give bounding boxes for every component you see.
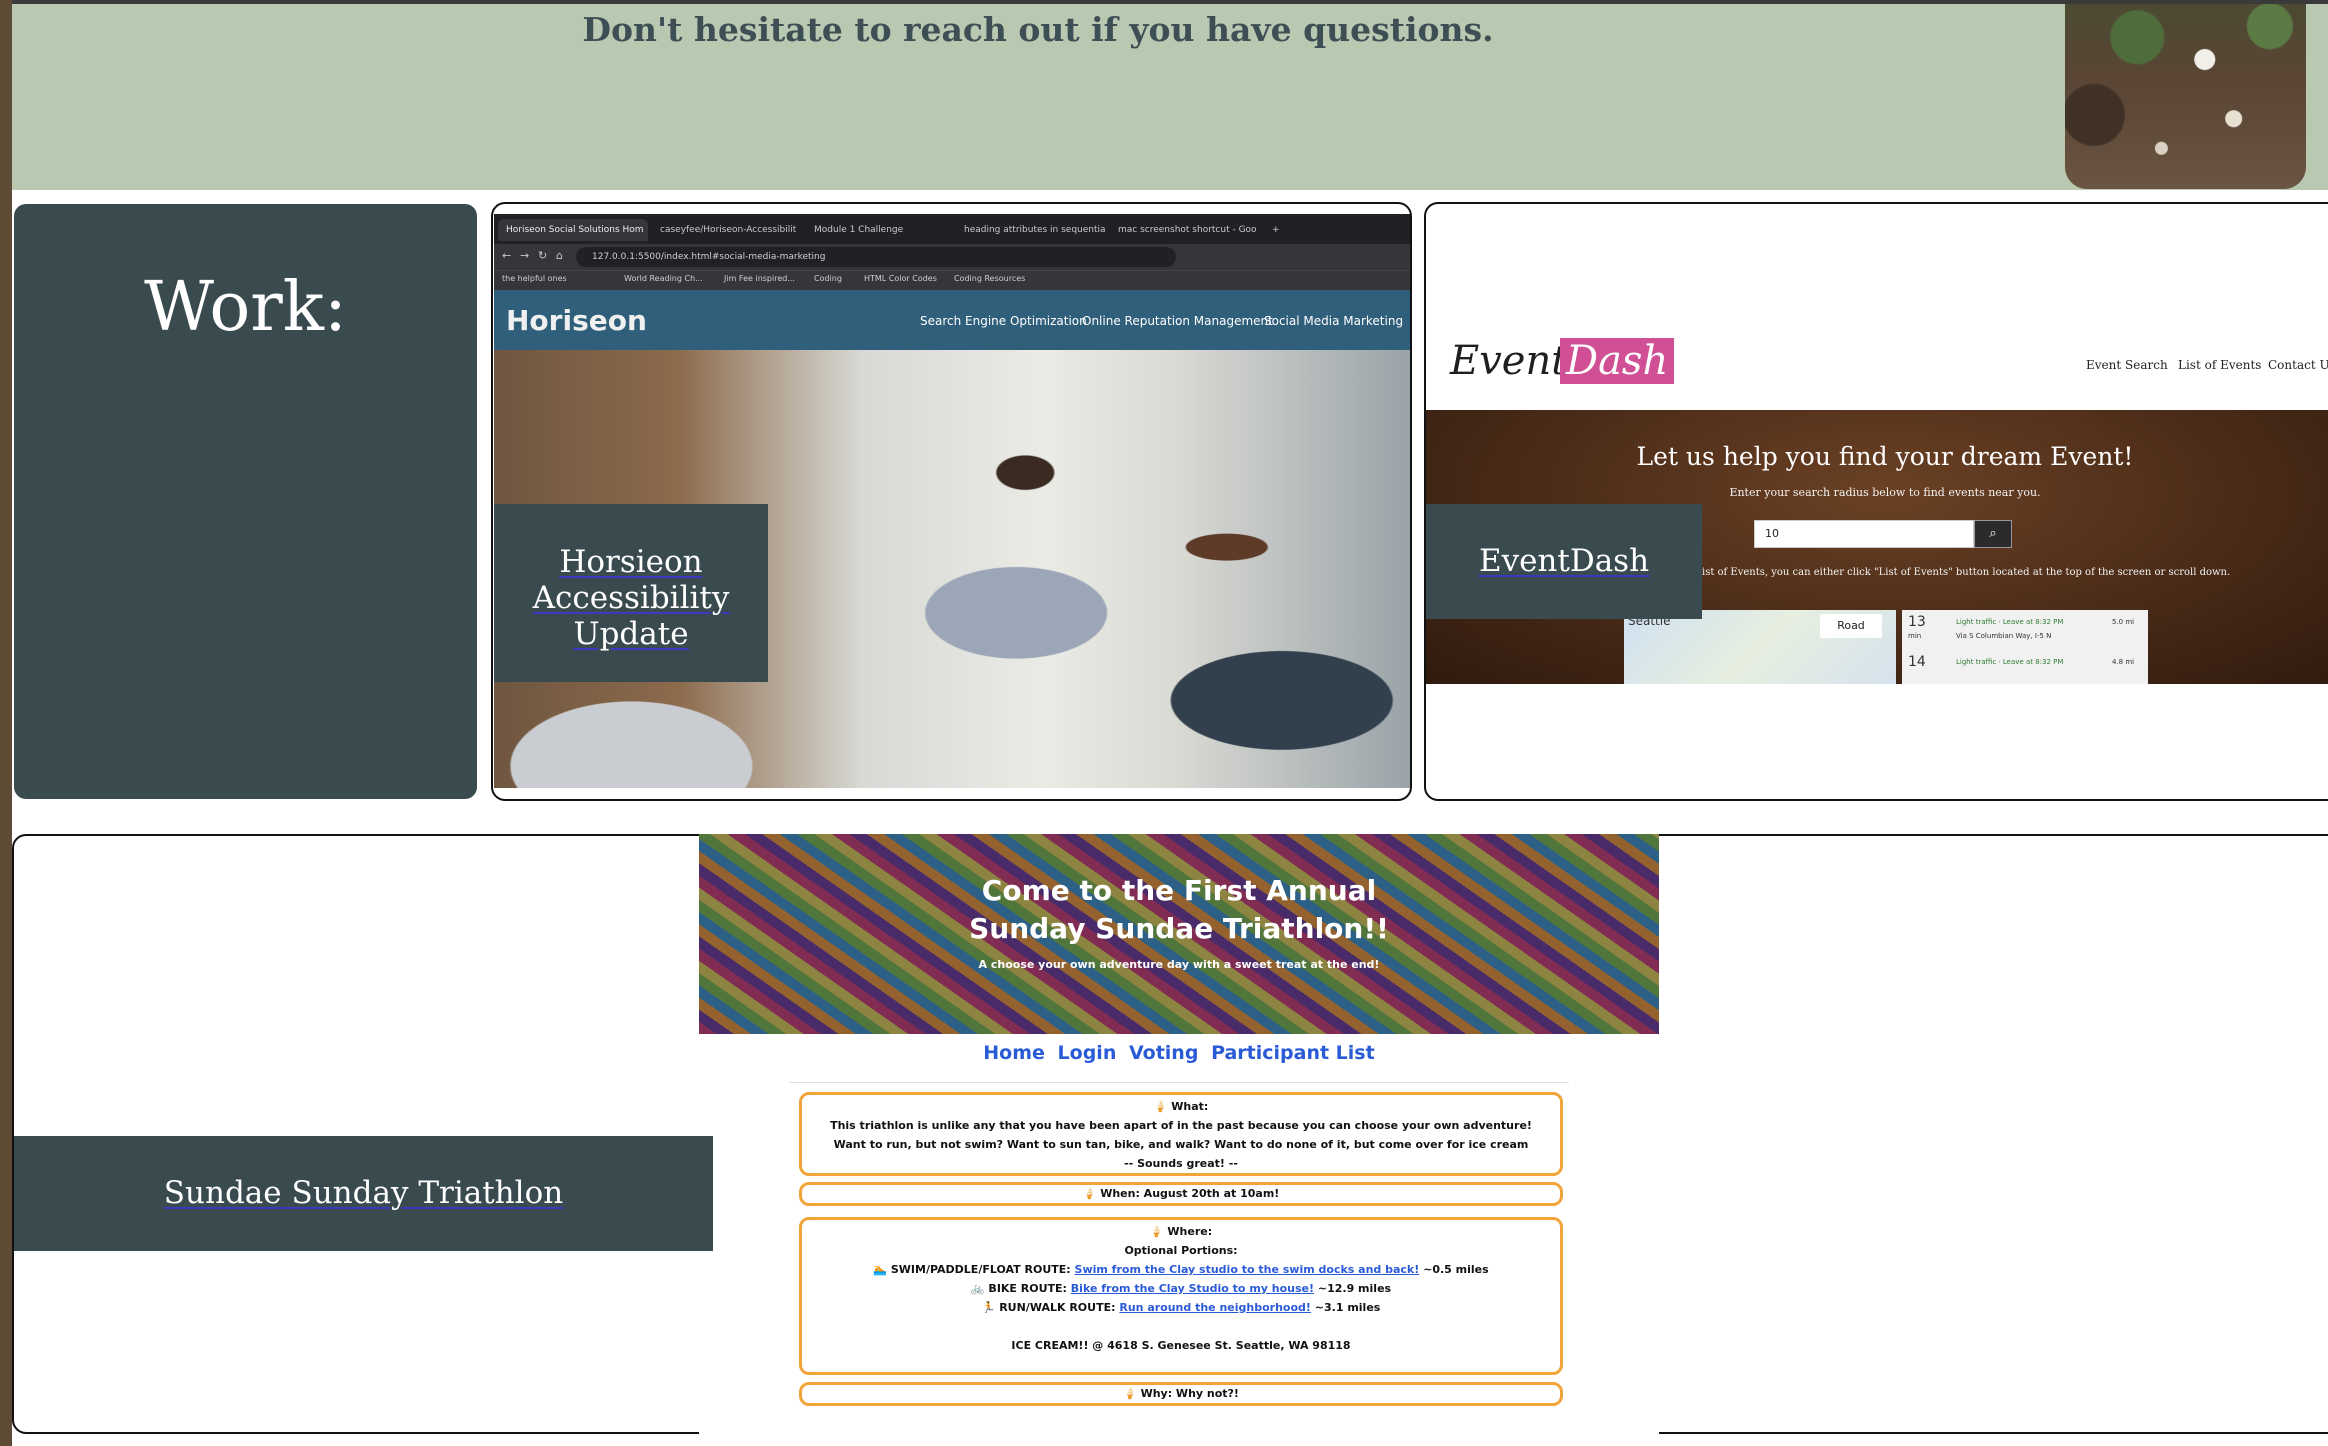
where-box: 🍦 Where: Optional Portions: 🏊 SWIM/PADDL… — [799, 1217, 1563, 1375]
browser-tab: heading attributes in sequentia — [964, 225, 1106, 235]
route-minutes: 14 — [1908, 654, 1926, 670]
what-line: Want to run, but not swim? Want to sun t… — [833, 1138, 1529, 1151]
swim-distance: ~0.5 miles — [1423, 1263, 1489, 1276]
project-link[interactable]: EventDash — [1479, 543, 1649, 579]
why-text: 🍦 Why: Why not?! — [1123, 1387, 1239, 1400]
sundae-nav-participants: Participant List — [1211, 1042, 1375, 1064]
sundae-tagline: A choose your own adventure day with a s… — [978, 958, 1380, 971]
bookmark-item: World Reading Ch... — [624, 274, 703, 283]
map-preview: Seattle Road — [1624, 610, 1896, 684]
divider — [789, 1082, 1569, 1083]
bookmark-item: the helpful ones — [502, 274, 567, 283]
work-heading: Work: — [144, 268, 347, 347]
what-box: 🍦 What: This triathlon is unlike any tha… — [799, 1092, 1563, 1176]
swim-route-link: Swim from the Clay studio to the swim do… — [1074, 1263, 1420, 1276]
eventdash-note: ist of Events, you can either click "Lis… — [1702, 567, 2231, 578]
map-type-toggle: Road — [1820, 614, 1882, 638]
bike-route: 🚲 BIKE ROUTE: Bike from the Clay Studio … — [802, 1279, 1560, 1298]
eventdash-logo-event: Event — [1450, 338, 1568, 384]
bookmark-item: HTML Color Codes — [864, 274, 937, 283]
search-icon: ⌕ — [1974, 520, 2012, 548]
sundae-screenshot: Come to the First Annual Sunday Sundae T… — [699, 834, 1659, 1434]
bike-route-link: Bike from the Clay Studio to my house! — [1070, 1282, 1315, 1295]
route-traffic: Light traffic · Leave at 8:32 PM — [1956, 658, 2064, 666]
home-icon: ⌂ — [556, 249, 563, 262]
why-box: 🍦 Why: Why not?! — [799, 1382, 1563, 1406]
route-traffic: Light traffic · Leave at 8:32 PM — [1956, 618, 2064, 626]
when-text: 🍦 When: August 20th at 10am! — [1082, 1187, 1280, 1200]
horiseon-nav-link: Search Engine Optimization — [920, 314, 1087, 328]
horiseon-nav-link: Online Reputation Management — [1082, 314, 1273, 328]
project-link[interactable]: Horsieon Accessibility Update — [533, 544, 730, 652]
what-line: -- Sounds great! -- — [1124, 1157, 1238, 1170]
browser-tab: Horiseon Social Solutions Hom — [498, 219, 648, 241]
browser-tab: Module 1 Challenge — [814, 225, 904, 235]
horiseon-screenshot: Horiseon Social Solutions Hom caseyfee/H… — [494, 214, 1410, 788]
bookmark-item: Jim Fee inspired... — [724, 274, 795, 283]
sundae-nav-voting: Voting — [1128, 1042, 1199, 1064]
sundae-nav-home: Home — [983, 1042, 1045, 1064]
sundae-nav-login: Login — [1057, 1042, 1117, 1064]
address-bar: 127.0.0.1:5500/index.html#social-media-m… — [576, 247, 1176, 267]
eventdash-headline: Let us help you find your dream Event! — [1636, 442, 2134, 471]
route-results: 13 min Light traffic · Leave at 8:32 PM … — [1902, 610, 2148, 684]
route-via: Via S Columbian Way, I-5 N — [1956, 632, 2052, 640]
eventdash-nav-link: Contact Us — [2268, 358, 2328, 372]
icecream-address: ICE CREAM!! @ 4618 S. Genesee St. Seattl… — [1011, 1339, 1351, 1352]
reload-icon: ↻ — [538, 249, 548, 262]
run-distance: ~3.1 miles — [1314, 1301, 1381, 1314]
swim-route: 🏊 SWIM/PADDLE/FLOAT ROUTE: Swim from the… — [802, 1260, 1560, 1279]
horiseon-header: Horiseon Search Engine Optimization Onli… — [494, 290, 1410, 350]
project-link[interactable]: Sundae Sunday Triathlon — [164, 1175, 563, 1211]
contact-message: Don't hesitate to reach out if you have … — [582, 10, 1494, 49]
eventdash-nav-link: List of Events — [2178, 358, 2262, 372]
horiseon-nav-link: Social Media Marketing — [1264, 314, 1404, 328]
route-minutes-unit: min — [1908, 632, 1922, 640]
route-distance: 4.8 mi — [2112, 658, 2135, 666]
eventdash-nav-link: Event Search — [2086, 358, 2168, 372]
project-label-eventdash[interactable]: EventDash — [1426, 504, 1702, 619]
eventdash-logo-dash: Dash — [1560, 338, 1675, 384]
browser-toolbar: ← → ↻ ⌂ 127.0.0.1:5500/index.html#social… — [494, 244, 1410, 270]
where-heading: 🍦 Where: — [1149, 1225, 1213, 1238]
back-icon: ← — [502, 249, 512, 262]
swim-label: 🏊 SWIM/PADDLE/FLOAT ROUTE: — [873, 1263, 1071, 1276]
new-tab-icon: + — [1272, 225, 1280, 235]
bike-label: 🚲 BIKE ROUTE: — [970, 1282, 1067, 1295]
what-heading: 🍦 What: — [1153, 1100, 1209, 1113]
run-route-link: Run around the neighborhood! — [1119, 1301, 1311, 1314]
route-distance: 5.0 mi — [2112, 618, 2135, 626]
eventdash-subheadline: Enter your search radius below to find e… — [1729, 486, 2041, 499]
bookmarks-bar: the helpful ones World Reading Ch... Jim… — [494, 270, 1410, 290]
bookmark-item: Coding Resources — [954, 274, 1026, 283]
project-label-sundae[interactable]: Sundae Sunday Triathlon — [14, 1136, 713, 1251]
run-label: 🏃 RUN/WALK ROUTE: — [981, 1301, 1116, 1314]
sundae-nav: Home Login Voting Participant List — [699, 1042, 1659, 1064]
eventdash-search-input: 10 — [1754, 520, 1974, 548]
run-route: 🏃 RUN/WALK ROUTE: Run around the neighbo… — [802, 1298, 1560, 1317]
bike-distance: ~12.9 miles — [1317, 1282, 1392, 1295]
what-line: This triathlon is unlike any that you ha… — [830, 1119, 1532, 1132]
window-left-edge — [0, 0, 12, 1446]
sundae-title: Come to the First Annual Sunday Sundae T… — [969, 874, 1389, 945]
route-minutes: 13 — [1908, 614, 1926, 630]
bookmark-item: Coding — [814, 274, 842, 283]
when-box: 🍦 When: August 20th at 10am! — [799, 1182, 1563, 1206]
garden-photo — [2065, 4, 2306, 189]
browser-tab: mac screenshot shortcut - Goo — [1118, 225, 1257, 235]
horiseon-logo: Horiseon — [506, 304, 647, 337]
project-label-horiseon[interactable]: Horsieon Accessibility Update — [494, 504, 768, 682]
browser-tab: caseyfee/Horiseon-Accessibilit — [660, 225, 797, 235]
browser-tab-strip: Horiseon Social Solutions Hom caseyfee/H… — [494, 214, 1410, 244]
forward-icon: → — [520, 249, 530, 262]
optional-portions: Optional Portions: — [1124, 1244, 1238, 1257]
